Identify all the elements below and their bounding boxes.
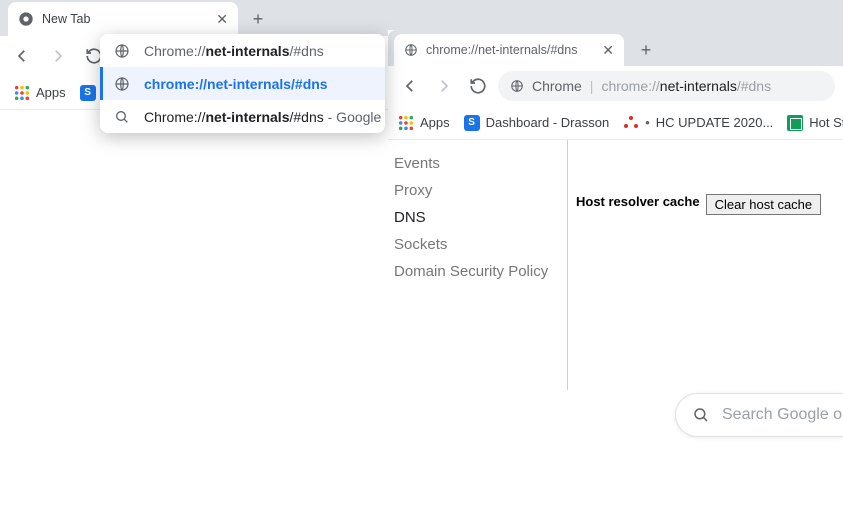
omnibox-dropdown: Chrome://net-internals/#dns chrome://net… (100, 34, 385, 133)
omnibox-typed-text: Chrome://net-internals/#dns (144, 43, 324, 59)
apps-icon (14, 85, 30, 101)
bookmark-label: Hot Stylin (809, 115, 843, 130)
omnibox-suggestion-search[interactable]: Chrome://net-internals/#dns - Google (100, 100, 385, 133)
search-icon (692, 406, 710, 424)
tab-title: chrome://net-internals/#dns (426, 43, 577, 57)
clear-host-cache-button[interactable]: Clear host cache (706, 194, 822, 215)
bookmark-hot-stylin[interactable]: Hot Stylin (787, 115, 843, 131)
apps-shortcut[interactable]: Apps (14, 85, 66, 101)
omnibox-url: chrome://net-internals/#dns (601, 78, 771, 94)
new-tab-button[interactable]: + (632, 36, 660, 64)
browser-tab-net-internals[interactable]: chrome://net-internals/#dns ✕ (394, 34, 624, 66)
net-internals-sidebar: Events Proxy DNS Sockets Domain Security… (388, 140, 568, 390)
close-tab-icon[interactable]: ✕ (602, 42, 614, 59)
back-button[interactable] (396, 72, 424, 100)
omnibox-scheme-chip: Chrome (532, 78, 582, 94)
bookmark-label: HC UPDATE 2020... (656, 115, 774, 130)
forward-button[interactable] (430, 72, 458, 100)
sidebar-item-events[interactable]: Events (394, 150, 561, 177)
bookmark-label: Dashboard - Drasson (486, 115, 610, 130)
sidebar-item-proxy[interactable]: Proxy (394, 177, 561, 204)
search-placeholder: Search Google o (722, 406, 842, 424)
new-tab-button[interactable]: + (244, 5, 272, 33)
omnibox-suggestion-url[interactable]: chrome://net-internals/#dns (100, 67, 385, 100)
omnibox-separator: | (590, 78, 594, 94)
sidebar-item-dns[interactable]: DNS (394, 204, 561, 231)
globe-icon (404, 43, 418, 57)
sidebar-item-sockets[interactable]: Sockets (394, 231, 561, 258)
globe-icon (510, 79, 524, 93)
globe-icon (114, 76, 130, 92)
sidebar-item-domain-security[interactable]: Domain Security Policy (394, 258, 561, 285)
dns-panel: Host resolver cache Clear host cache (568, 140, 843, 390)
suggestion-text: chrome://net-internals/#dns (144, 76, 328, 92)
back-button[interactable] (8, 42, 36, 70)
bookmark-favicon (623, 115, 639, 131)
omnibox-input-row[interactable]: Chrome://net-internals/#dns (100, 34, 385, 67)
google-search-box[interactable]: Search Google o (675, 393, 843, 437)
browser-tab-newtab[interactable]: New Tab ✕ (8, 2, 238, 36)
suggestion-text: Chrome://net-internals/#dns - Google (144, 109, 381, 125)
apps-label: Apps (36, 85, 66, 100)
chrome-icon (18, 11, 34, 27)
apps-icon (398, 115, 414, 131)
search-icon (114, 109, 130, 125)
bookmark-favicon: S (80, 85, 96, 101)
host-resolver-label: Host resolver cache (576, 194, 700, 209)
bookmark-favicon (787, 115, 803, 131)
omnibox[interactable]: Chrome | chrome://net-internals/#dns (498, 71, 835, 101)
tab-title: New Tab (42, 12, 90, 26)
bookmarks-bar: Apps S Dashboard - Drasson • HC UPDATE 2… (388, 106, 843, 140)
apps-label: Apps (420, 115, 450, 130)
globe-icon (114, 43, 130, 59)
bookmark-dashboard[interactable]: S Dashboard - Drasson (464, 115, 610, 131)
bookmark-bullet: • (645, 115, 650, 130)
forward-button[interactable] (44, 42, 72, 70)
close-tab-icon[interactable]: ✕ (216, 11, 228, 28)
bookmark-favicon: S (464, 115, 480, 131)
tab-strip: chrome://net-internals/#dns ✕ + (388, 30, 843, 66)
bookmark-item[interactable]: S (80, 85, 96, 101)
apps-shortcut[interactable]: Apps (398, 115, 450, 131)
reload-button[interactable] (464, 72, 492, 100)
foreground-browser-window: chrome://net-internals/#dns ✕ + Chrome |… (388, 30, 843, 390)
toolbar: Chrome | chrome://net-internals/#dns (388, 66, 843, 106)
bookmark-hc-update[interactable]: • HC UPDATE 2020... (623, 115, 773, 131)
page-content: Events Proxy DNS Sockets Domain Security… (388, 140, 843, 390)
